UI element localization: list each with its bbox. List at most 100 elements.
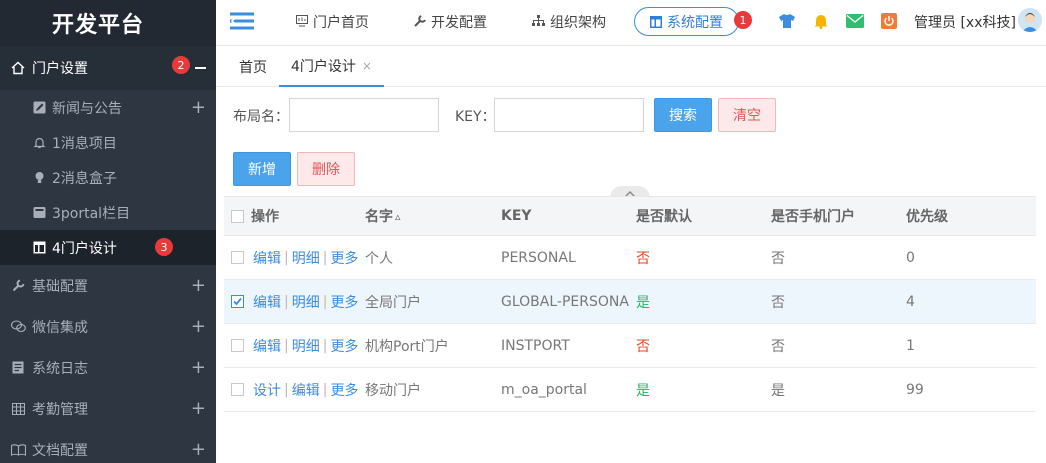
- row-checkbox[interactable]: [231, 383, 244, 396]
- sidebar-item-badge: 3: [155, 238, 173, 256]
- add-button[interactable]: 新增: [233, 152, 291, 186]
- action-link[interactable]: 明细: [292, 336, 320, 356]
- action-link[interactable]: 更多: [330, 248, 358, 268]
- plus-icon[interactable]: +: [191, 358, 206, 377]
- system-config-label: 系统配置: [667, 14, 723, 31]
- row-checkbox[interactable]: [231, 339, 244, 352]
- sidebar-item-portal-column[interactable]: 3portal栏目: [0, 195, 216, 230]
- cell-default: 是: [636, 294, 650, 311]
- sidebar-group-badge: 2: [172, 56, 190, 74]
- table-header: 操作 名字 ▵ KEY 是否默认 是否手机门户 优先级: [224, 196, 1036, 236]
- wrench-icon: [10, 279, 26, 292]
- table-row[interactable]: 编辑 | 明细 | 更多 全局门户 GLOBAL-PERSONA 是 否 4: [224, 280, 1036, 324]
- table-row[interactable]: 编辑 | 明细 | 更多 机构Port门户 INSTPORT 否 否 1: [224, 324, 1036, 368]
- log-icon: [10, 361, 26, 374]
- cell-name: 机构Port门户: [365, 338, 449, 355]
- select-all-checkbox[interactable]: [231, 209, 244, 223]
- admin-label[interactable]: 管理员 [xx科技]: [914, 12, 1016, 32]
- nav-portal-home[interactable]: 门户首页: [296, 12, 369, 32]
- close-icon[interactable]: ×: [362, 59, 372, 73]
- action-link[interactable]: 更多: [330, 292, 358, 312]
- collapse-icon[interactable]: [195, 67, 206, 69]
- plus-icon[interactable]: +: [191, 276, 206, 295]
- action-link[interactable]: 更多: [330, 336, 358, 356]
- sidebar-item-wechat[interactable]: 微信集成 +: [0, 306, 216, 347]
- row-actions: 设计 | 编辑 | 更多: [253, 380, 359, 400]
- cell-key: GLOBAL-PERSONA: [501, 293, 629, 310]
- tab-portal-design[interactable]: 4门户设计 ×: [279, 46, 384, 87]
- top-bar: 门户首页 开发配置 组织架构 系统配置 1 管理员 [xx科技]: [216, 0, 1046, 46]
- plus-icon[interactable]: +: [191, 440, 206, 459]
- table-row[interactable]: 设计 | 编辑 | 更多 移动门户 m_oa_portal 是 是 99: [224, 368, 1036, 412]
- layout-name-input[interactable]: [289, 98, 439, 132]
- sidebar-item-label: 2消息盒子: [52, 170, 117, 187]
- tab-home[interactable]: 首页: [239, 46, 267, 87]
- system-config-button[interactable]: 系统配置: [634, 7, 739, 36]
- avatar[interactable]: [1018, 8, 1042, 32]
- sidebar-item-label: 4门户设计: [52, 240, 117, 257]
- delete-button[interactable]: 删除: [297, 152, 355, 186]
- cell-default: 否: [636, 338, 650, 355]
- cell-mobile: 否: [771, 250, 785, 267]
- wrench-icon: [414, 14, 426, 30]
- monitor-icon: [296, 14, 308, 30]
- sidebar-item-label: 新闻与公告: [52, 100, 122, 117]
- action-link[interactable]: 编辑: [253, 292, 281, 312]
- sidebar-item-basic-config[interactable]: 基础配置 +: [0, 265, 216, 306]
- nav-label: 组织架构: [550, 15, 606, 31]
- cell-priority: 0: [906, 249, 915, 266]
- plus-icon[interactable]: +: [191, 399, 206, 418]
- layout-icon: [32, 241, 46, 254]
- row-checkbox[interactable]: [231, 295, 244, 308]
- edit-icon: [32, 101, 46, 114]
- nav-label: 门户首页: [313, 15, 369, 31]
- shirt-icon[interactable]: [778, 12, 796, 30]
- cell-mobile: 是: [771, 382, 785, 399]
- sidebar-item-label: 考勤管理: [32, 401, 88, 418]
- sidebar-item-message-project[interactable]: 1消息项目: [0, 125, 216, 160]
- sidebar-item-attendance[interactable]: 考勤管理 +: [0, 388, 216, 429]
- mail-icon[interactable]: [846, 12, 864, 30]
- column-header-default: 是否默认: [636, 209, 692, 225]
- cell-key: INSTPORT: [501, 337, 570, 354]
- plus-icon[interactable]: +: [191, 317, 206, 336]
- sidebar-group-label: 门户设置: [32, 61, 88, 77]
- plus-icon[interactable]: +: [191, 98, 206, 117]
- search-button[interactable]: 搜索: [654, 98, 712, 132]
- bell-icon[interactable]: [812, 12, 830, 30]
- action-link[interactable]: 编辑: [292, 380, 320, 400]
- cell-name: 个人: [365, 250, 393, 267]
- layout-icon: [650, 15, 662, 28]
- sidebar-item-news[interactable]: 新闻与公告 +: [0, 90, 216, 125]
- table-row[interactable]: 编辑 | 明细 | 更多 个人 PERSONAL 否 否 0: [224, 236, 1036, 280]
- nav-org-structure[interactable]: 组织架构: [532, 12, 606, 32]
- book-icon: [10, 443, 26, 456]
- row-actions: 编辑 | 明细 | 更多: [253, 248, 359, 268]
- sidebar-item-message-box[interactable]: 2消息盒子: [0, 160, 216, 195]
- clear-button[interactable]: 清空: [718, 98, 776, 132]
- cell-default: 否: [636, 250, 650, 267]
- sidebar-item-portal-design[interactable]: 4门户设计 3: [0, 230, 216, 265]
- column-header-mobile: 是否手机门户: [771, 209, 855, 225]
- action-link[interactable]: 编辑: [253, 336, 281, 356]
- column-label: 名字: [365, 209, 393, 225]
- sidebar-group-portal-settings[interactable]: 门户设置 2: [0, 46, 216, 90]
- menu-toggle-icon[interactable]: [230, 12, 254, 34]
- action-link[interactable]: 更多: [330, 380, 358, 400]
- table-icon: [10, 402, 26, 415]
- power-icon[interactable]: [880, 12, 898, 30]
- sidebar-item-label: 文档配置: [32, 442, 88, 459]
- sidebar-item-system-log[interactable]: 系统日志 +: [0, 347, 216, 388]
- column-header-name[interactable]: 名字 ▵: [365, 197, 401, 235]
- key-input[interactable]: [494, 98, 644, 132]
- nav-dev-config[interactable]: 开发配置: [414, 12, 487, 32]
- column-header-priority: 优先级: [906, 209, 948, 225]
- action-link[interactable]: 明细: [292, 292, 320, 312]
- row-checkbox[interactable]: [231, 251, 244, 264]
- sidebar-item-label: 1消息项目: [52, 135, 117, 152]
- sidebar-item-doc-config[interactable]: 文档配置 +: [0, 429, 216, 463]
- cell-mobile: 否: [771, 294, 785, 311]
- action-link[interactable]: 编辑: [253, 248, 281, 268]
- action-link[interactable]: 明细: [292, 248, 320, 268]
- action-link[interactable]: 设计: [253, 380, 281, 400]
